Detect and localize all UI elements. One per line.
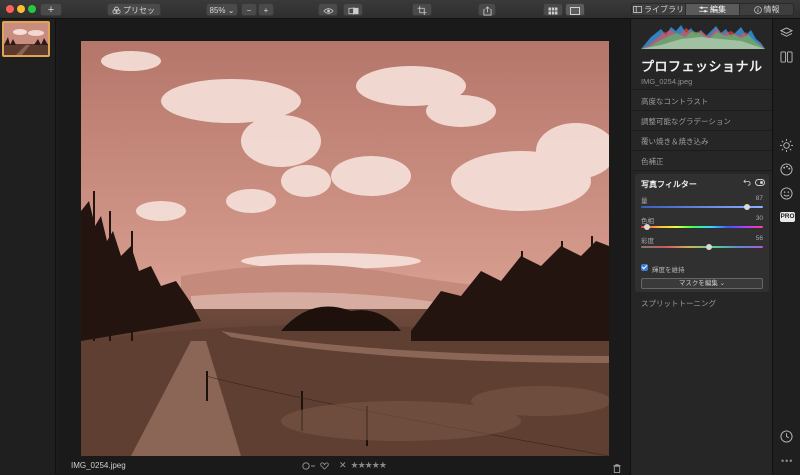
undo-icon[interactable] — [743, 179, 751, 186]
preview-original-button[interactable] — [318, 3, 338, 16]
section-split-toning[interactable]: スプリットトーニング — [641, 298, 716, 309]
thumbnail-image — [4, 23, 48, 55]
tool-category-strip: PRO ••• — [772, 19, 800, 475]
photo-thumbnail-selected[interactable] — [2, 21, 50, 57]
share-button[interactable] — [478, 3, 496, 16]
mode-segmented-control: ライブラリ 編集 情報 — [631, 3, 794, 16]
section-dodge-burn[interactable]: 覆い焼き＆焼き込み — [641, 136, 769, 147]
saturation-value: 56 — [755, 235, 763, 242]
zoom-out-button[interactable]: − — [241, 3, 257, 16]
crop-icon — [417, 6, 427, 16]
edited-photo[interactable] — [81, 41, 609, 456]
section-advanced-contrast[interactable]: 高度なコントラスト — [641, 96, 769, 107]
tab-library[interactable]: ライブラリ — [632, 4, 686, 15]
sliders-icon — [699, 6, 708, 13]
divider — [631, 170, 773, 171]
zoom-level-dropdown[interactable]: 85% ⌄ — [206, 3, 238, 16]
zoom-in-button[interactable]: + — [258, 3, 274, 16]
histogram — [641, 25, 765, 49]
grid-icon — [548, 7, 558, 15]
reject-button[interactable]: ✕ — [339, 460, 347, 471]
saturation-slider-knob[interactable] — [706, 244, 713, 250]
edit-panel: プロフェッショナル IMG_0254.jpeg 高度なコントラスト 調整可能なグ… — [630, 19, 773, 475]
presets-button[interactable]: プリセット — [107, 3, 161, 28]
compare-icon — [348, 7, 358, 15]
app-window: + プリセット 85% ⌄ − + ライブラリ — [0, 0, 800, 475]
compare-button[interactable] — [343, 3, 363, 16]
saturation-label: 彩度 — [641, 238, 654, 245]
layers-icon[interactable] — [780, 27, 793, 39]
color-label-icon[interactable] — [302, 461, 316, 470]
more-options-icon[interactable]: ••• — [781, 456, 793, 466]
add-photos-button[interactable]: + — [40, 3, 62, 16]
window-minimize-button[interactable] — [17, 5, 25, 13]
hue-value: 30 — [755, 215, 763, 222]
delete-button[interactable] — [613, 460, 621, 475]
image-canvas: IMG_0254.jpeg ✕ ★★★★★ — [57, 19, 630, 475]
single-view-button[interactable] — [565, 3, 585, 16]
tab-library-label: ライブラリ — [644, 5, 684, 14]
amount-value: 87 — [755, 195, 763, 202]
window-close-button[interactable] — [6, 5, 14, 13]
section-color-balance[interactable]: 色補正 — [641, 156, 769, 167]
preserve-luminosity-label: 輝度を維持 — [652, 267, 685, 274]
hue-slider[interactable] — [641, 224, 763, 230]
edit-mask-button[interactable]: マスクを編集 ⌄ — [641, 278, 763, 289]
section-adjustable-gradient[interactable]: 調整可能なグラデーション — [641, 116, 769, 127]
trash-icon — [613, 463, 621, 473]
hue-slider-knob[interactable] — [644, 224, 651, 230]
star-rating[interactable]: ★★★★★ — [351, 460, 387, 471]
grid-view-button[interactable] — [543, 3, 563, 16]
toolbar: + プリセット 85% ⌄ − + ライブラリ — [0, 0, 800, 28]
divider — [631, 130, 773, 131]
library-icon — [633, 6, 642, 14]
panel-title: プロフェッショナル — [641, 59, 763, 74]
photo-filter-title[interactable]: 写真フィルター — [641, 179, 697, 190]
creative-palette-icon[interactable] — [780, 163, 793, 176]
rating-bar: ✕ ★★★★★ — [302, 460, 387, 471]
divider — [631, 150, 773, 151]
single-image-icon — [570, 6, 580, 15]
footer-file-name: IMG_0254.jpeg — [71, 461, 126, 470]
tab-info-label: 情報 — [763, 5, 780, 14]
window-maximize-button[interactable] — [28, 5, 36, 13]
eye-icon — [322, 8, 334, 14]
panel-file-name: IMG_0254.jpeg — [641, 77, 693, 86]
amount-label: 量 — [641, 198, 648, 205]
divider — [631, 110, 773, 111]
tab-edit[interactable]: 編集 — [686, 4, 740, 15]
photo-landscape — [81, 41, 609, 456]
filmstrip-sidebar — [0, 19, 56, 475]
photo-filter-panel: 写真フィルター 量 87 色相 30 彩度 56 輝度を維持 マスクを編集 ⌄ — [635, 174, 769, 292]
essentials-sun-icon[interactable] — [780, 139, 793, 152]
heart-icon[interactable] — [320, 461, 329, 470]
pro-tools-icon[interactable]: PRO — [780, 212, 795, 222]
crop-button[interactable] — [412, 3, 432, 16]
compare-panels-icon[interactable] — [780, 51, 793, 63]
amount-slider-knob[interactable] — [744, 204, 751, 210]
saturation-slider[interactable] — [641, 244, 763, 250]
divider — [631, 89, 773, 90]
amount-slider[interactable] — [641, 204, 763, 210]
filter-visibility-toggle[interactable] — [755, 179, 765, 186]
presets-icon — [112, 7, 121, 15]
tab-edit-label: 編集 — [710, 5, 726, 14]
info-icon — [753, 6, 762, 14]
share-icon — [482, 6, 492, 16]
portrait-face-icon[interactable] — [780, 187, 793, 200]
tab-info[interactable]: 情報 — [740, 4, 793, 15]
history-clock-icon[interactable] — [780, 430, 793, 443]
preserve-luminosity-checkbox[interactable] — [641, 264, 648, 271]
